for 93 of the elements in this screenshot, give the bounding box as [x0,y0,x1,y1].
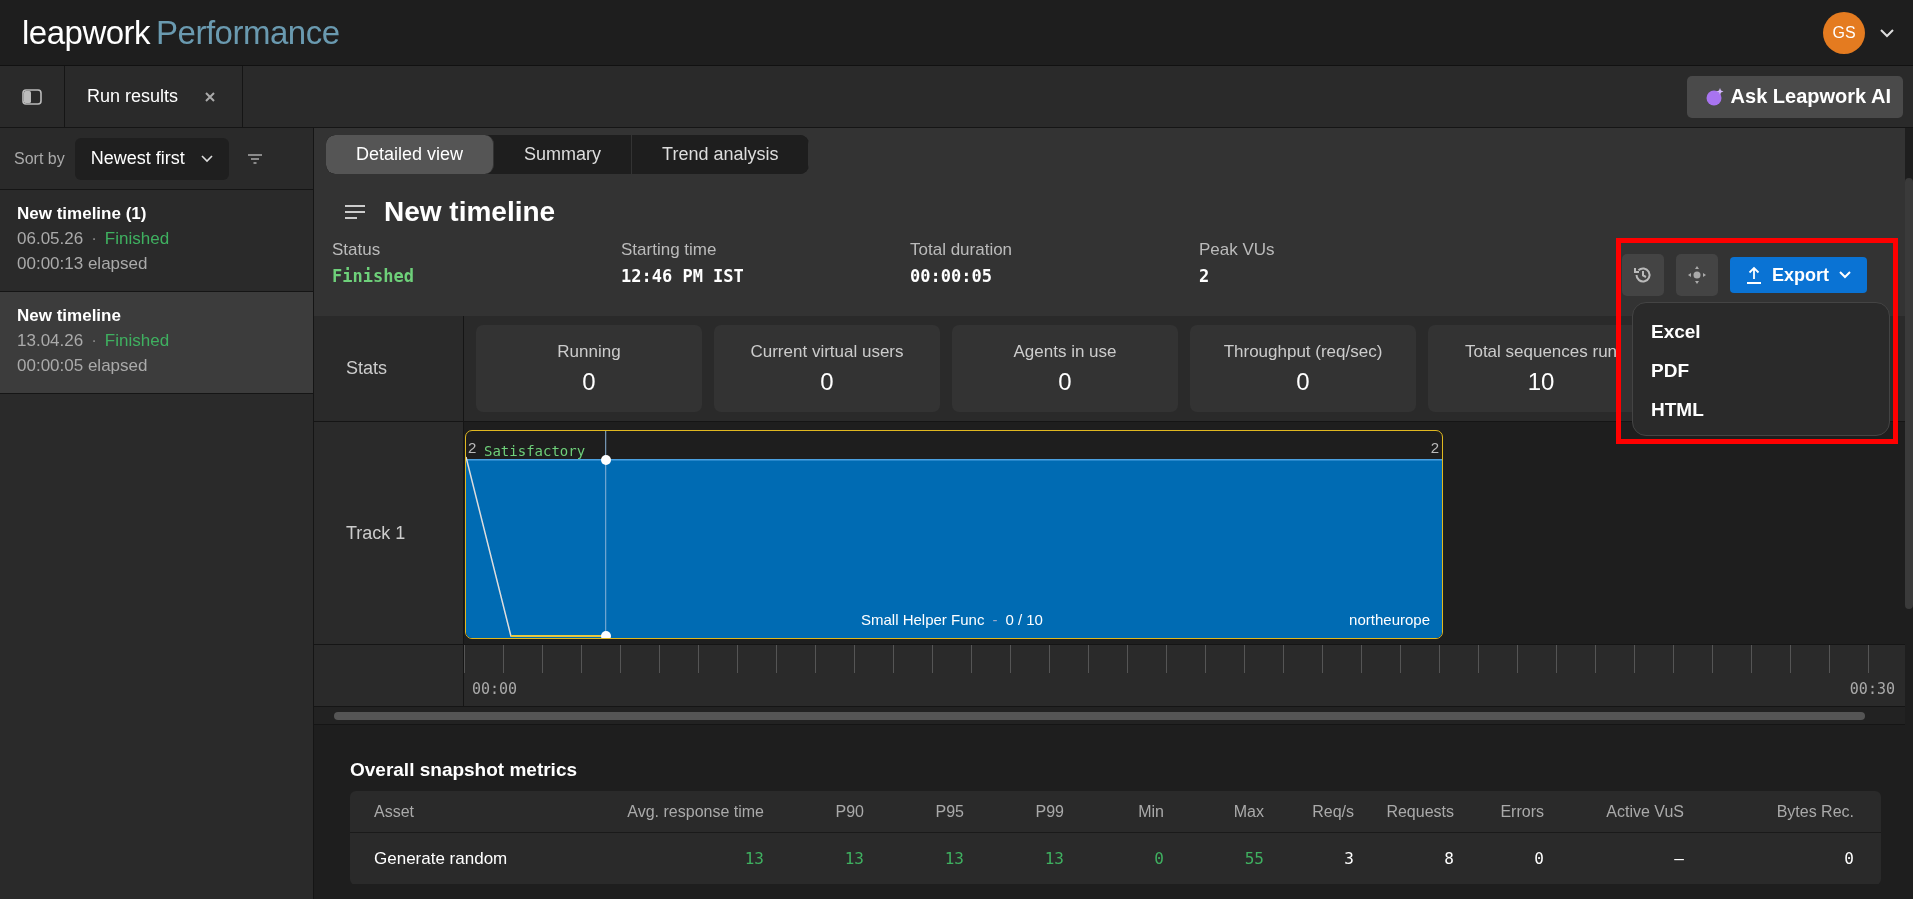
table-cell-text: 13 [1043,849,1064,868]
table-cell-text: 3 [1343,849,1354,868]
column-header: Asset [374,802,415,821]
rating-label: Satisfactory [484,443,586,459]
row-label: Track 1 [314,422,464,644]
field-label: Starting time [621,240,718,260]
logo-product-name: Performance [156,13,340,52]
table-cell-text: 13 [743,849,764,868]
separator-dash: - [992,611,998,628]
sort-label: Sort by [14,149,65,168]
field-value: 00:00:05 [910,266,993,286]
sort-dropdown[interactable]: Newest first [74,137,229,180]
field-value: 12:46 PM IST [621,266,745,286]
time-label: 00:00 [472,680,518,698]
stat-value: 0 [820,367,834,396]
field-label: Status [332,240,382,260]
stat-label: Current virtual users [750,341,904,362]
table-cell-text: 13 [943,849,964,868]
stat-label: Agents in use [1013,341,1117,362]
sidebar-toggle-icon[interactable] [22,88,42,105]
column-header: P90 [834,802,864,821]
column-header: P99 [1034,802,1064,821]
stat-value: 0 [582,367,596,396]
sparkle-chat-icon [1704,86,1725,107]
run-name: New timeline [17,306,122,326]
menu-icon[interactable] [344,204,366,220]
recenter-button[interactable] [1676,254,1718,296]
chevron-down-icon [1839,271,1851,279]
menu-item[interactable]: HTML [1633,393,1889,432]
move-arrows-icon [1687,265,1707,285]
table-cell-text: – [1673,849,1684,868]
column-header: Min [1137,802,1164,821]
logo-wordmark: leapwork [22,13,151,52]
column-header: Bytes Rec. [1775,802,1854,821]
timeline-title: New timeline [384,196,556,228]
track-value: 2 [1430,439,1439,456]
time-label: 00:30 [1849,680,1895,698]
ask-ai-button[interactable]: Ask Leapwork AI [1686,75,1903,118]
column-header: Max [1232,802,1264,821]
separator-dot: · [91,331,97,351]
sequence-name: Small Helper Func [861,611,985,628]
region-label: northeurope [1349,611,1430,628]
view-tab[interactable]: Detailed view [326,135,495,174]
column-header: Requests [1385,802,1454,821]
table-cell-text: Generate random [374,848,509,869]
field-value: 2 [1199,266,1211,286]
run-name: New timeline (1) [17,204,148,224]
sequence-count: 0 / 10 [1005,611,1043,628]
field-label: Total duration [910,240,1014,260]
filter-icon[interactable] [246,152,263,165]
menu-item[interactable]: Excel [1633,315,1889,354]
column-header: Active VuS [1605,802,1684,821]
field-label: Peak VUs [1199,240,1276,260]
table-cell-text: 0 [1843,849,1854,868]
chevron-down-icon[interactable] [1879,27,1895,38]
point-marker [601,631,611,638]
history-button[interactable] [1622,254,1664,296]
run-status: Finished [104,331,170,351]
table-cell-text: 8 [1443,849,1454,868]
separator-dot: · [91,229,97,249]
horizontal-scrollbar[interactable] [314,707,1905,725]
table-cell-text: 13 [843,849,864,868]
stat-label: Throughput (req/sec) [1223,341,1383,362]
column-header: Req/s [1311,802,1354,821]
stat-value: 0 [1296,367,1310,396]
column-header: P95 [934,802,964,821]
status-value: Finished [332,266,415,286]
stat-value: 10 [1527,367,1555,396]
vertical-scrollbar[interactable] [1905,178,1913,609]
history-icon [1633,265,1653,285]
table-cell-text: 55 [1243,849,1264,868]
section-title: Overall snapshot metrics [350,759,579,781]
stat-value: 0 [1058,367,1072,396]
column-header: Avg. response time [626,802,764,821]
run-date: 13.04.26 [17,331,84,351]
track-value: 2 [468,439,477,456]
stat-label: Total sequences run [1464,341,1618,362]
column-header: Errors [1499,802,1544,821]
run-status: Finished [104,229,170,249]
menu-item[interactable]: PDF [1633,354,1889,393]
elapsed-time: 00:00:05 elapsed [17,356,149,376]
chevron-down-icon [200,154,213,163]
upload-icon [1746,266,1762,284]
point-marker [601,455,611,465]
close-icon[interactable] [204,90,217,103]
table-cell-text: 0 [1153,849,1164,868]
export-button[interactable]: Export [1730,257,1867,293]
stat-label: Running [557,341,621,362]
run-list-item[interactable]: New timeline 13.04.26 · Finished 00:00:05 elapsed [0,292,313,394]
table-cell-text: 0 [1533,849,1544,868]
run-date: 06.05.26 [17,229,84,249]
elapsed-time: 00:00:13 elapsed [17,254,149,274]
tab[interactable]: Run results [65,66,244,127]
